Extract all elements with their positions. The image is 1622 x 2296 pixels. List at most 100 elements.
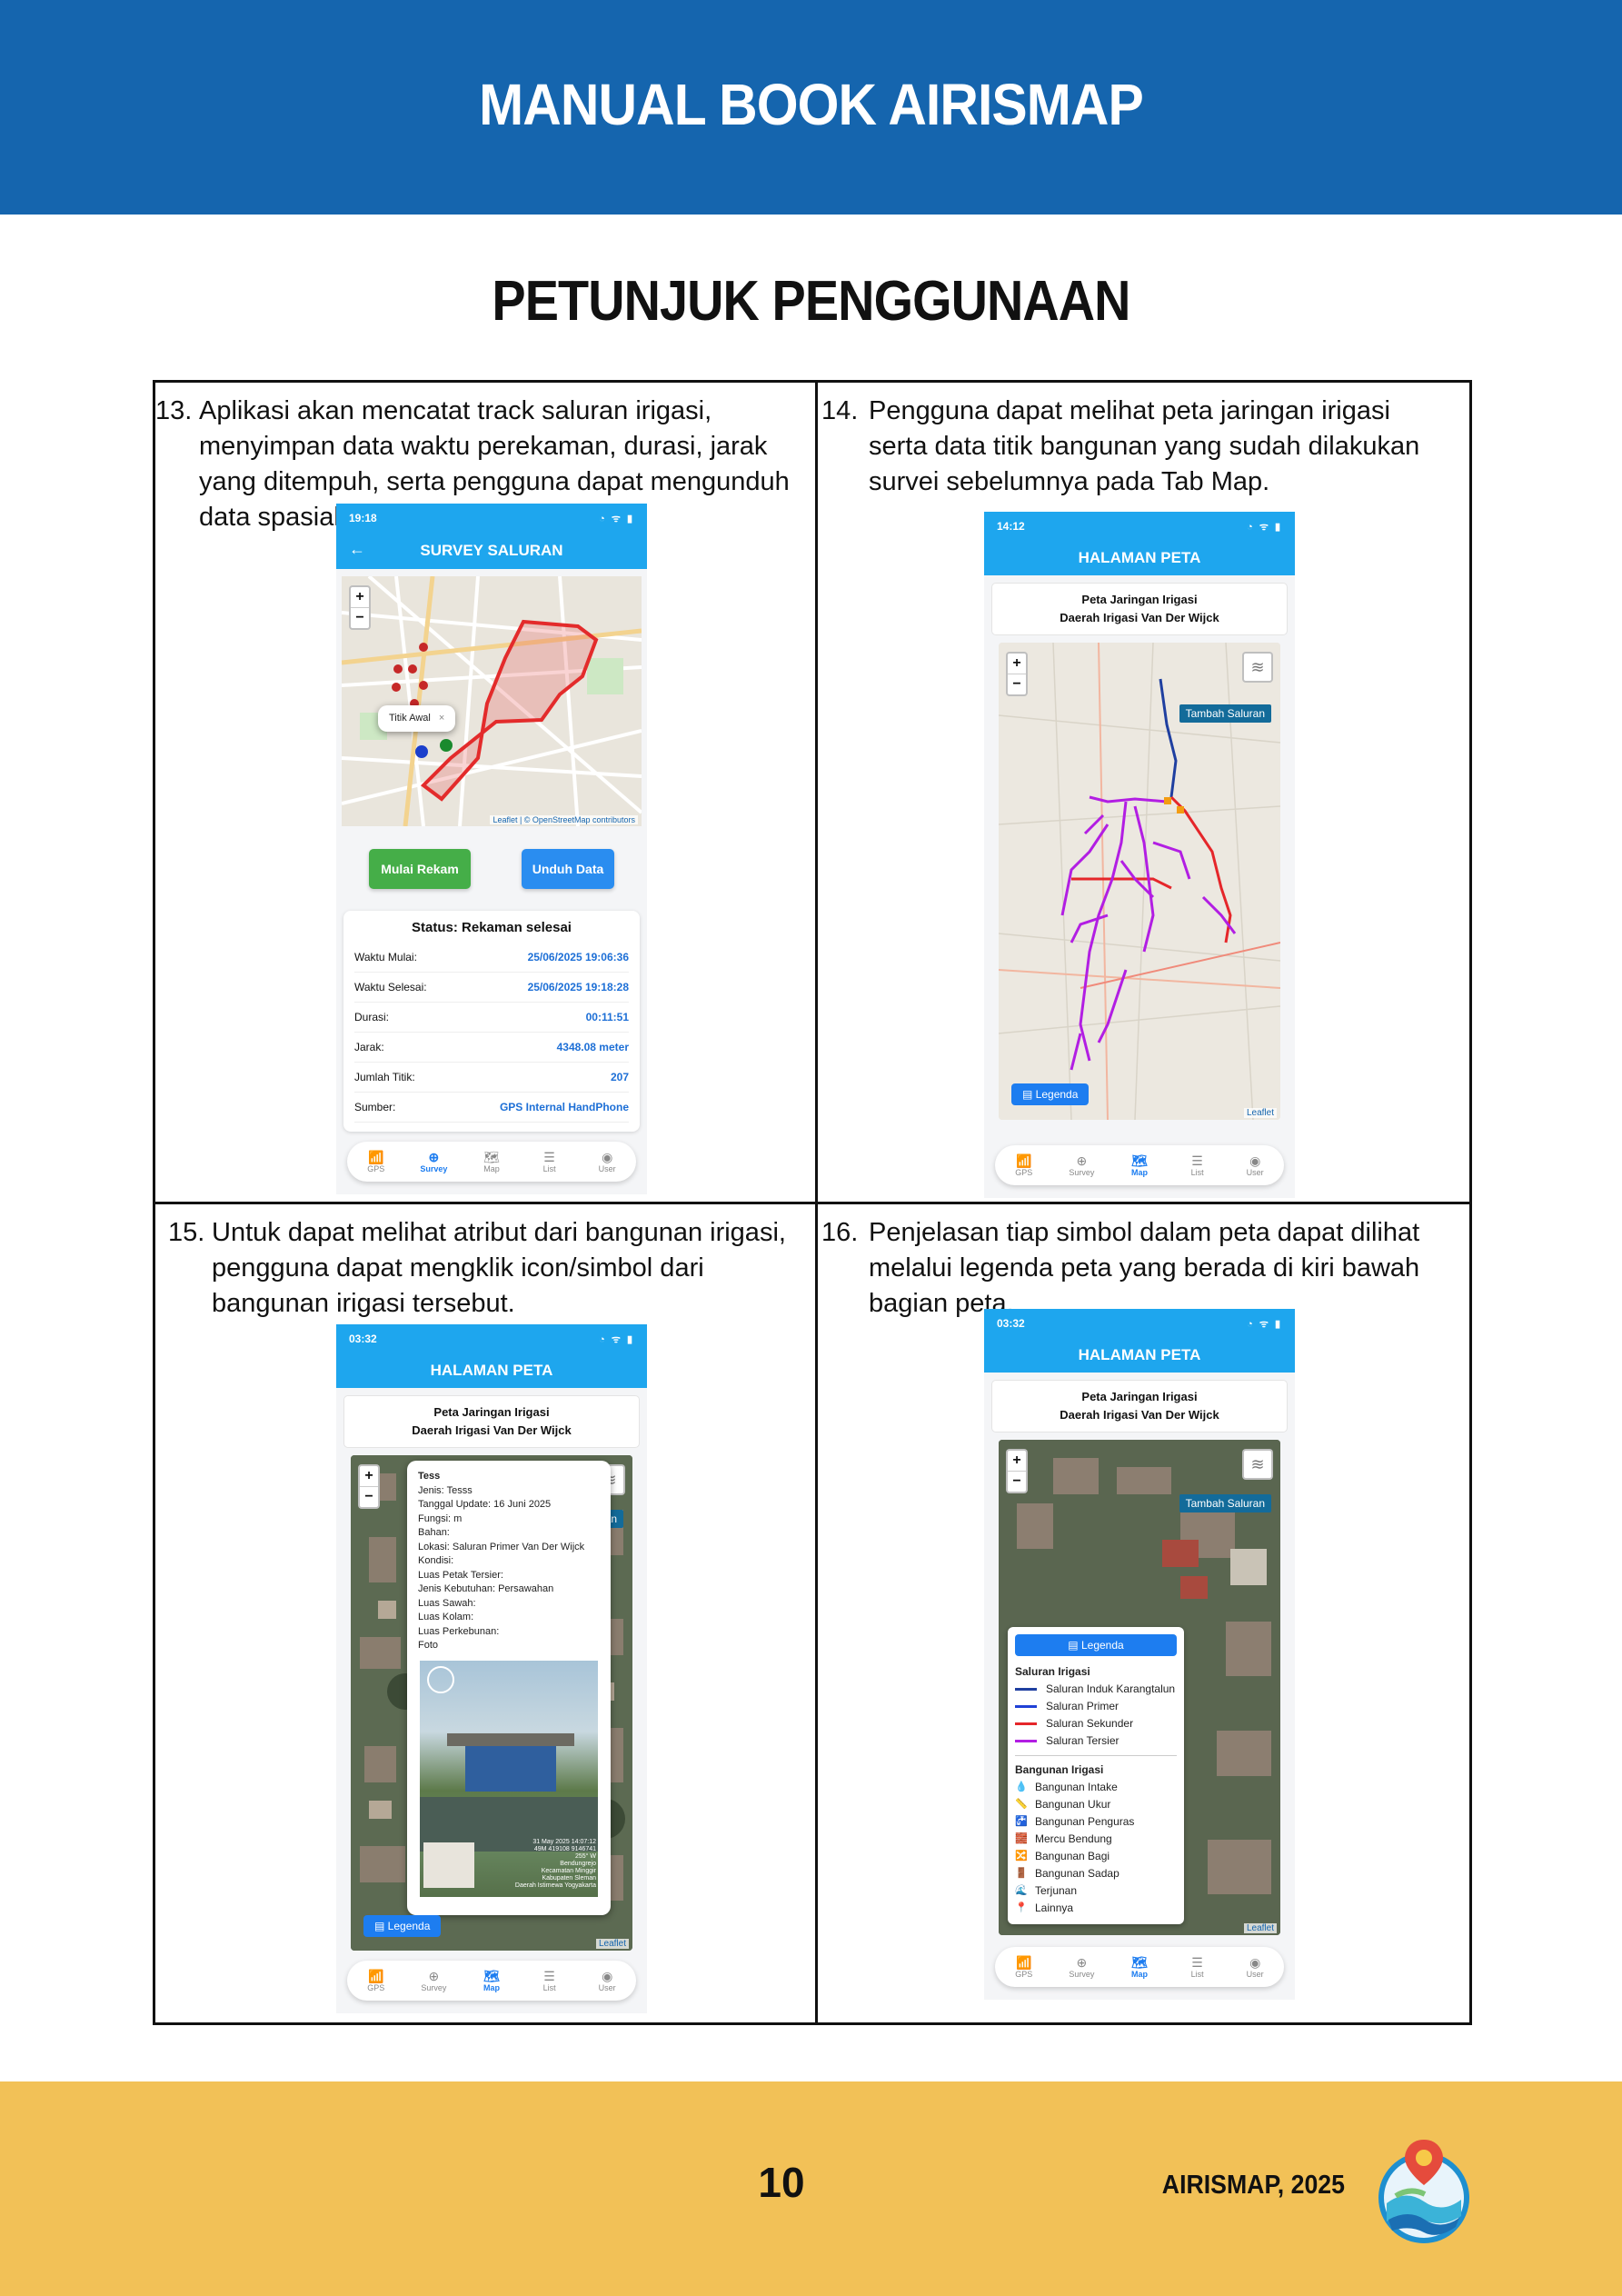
satellite-map[interactable]: + − ≋ Tambah Saluran ▤ Legenda Saluran Ir… bbox=[999, 1440, 1280, 1935]
download-data-button[interactable]: Unduh Data bbox=[522, 849, 614, 889]
building-symbol-icon: 🌊 bbox=[1015, 1885, 1028, 1896]
zoom-out-icon[interactable]: − bbox=[1008, 674, 1026, 694]
legend-channel-item: Saluran Tersier bbox=[1015, 1732, 1177, 1750]
plus-circle-icon: ⊕ bbox=[428, 1150, 440, 1164]
nav-gps[interactable]: 📶 GPS bbox=[1001, 1955, 1047, 1979]
nav-gps[interactable]: 📶 GPS bbox=[1001, 1153, 1047, 1177]
legend-section-buildings: Bangunan Irigasi bbox=[1015, 1763, 1104, 1776]
layers-icon[interactable]: ≋ bbox=[1242, 1449, 1273, 1480]
legend-icon: ▤ bbox=[1022, 1088, 1036, 1101]
status-time: 03:32 bbox=[349, 1333, 377, 1345]
legend-item-label: Terjunan bbox=[1035, 1884, 1078, 1897]
add-channel-button[interactable]: Tambah Saluran bbox=[1179, 704, 1271, 723]
legend-channel-item: Saluran Primer bbox=[1015, 1698, 1177, 1715]
nav-label: GPS bbox=[1015, 1970, 1033, 1979]
channel-line-swatch bbox=[1015, 1705, 1037, 1708]
nav-label: User bbox=[1246, 1168, 1264, 1177]
nav-gps[interactable]: 📶 GPS bbox=[353, 1969, 399, 1992]
nav-label: Survey bbox=[1069, 1970, 1095, 1979]
nav-gps[interactable]: 📶 GPS bbox=[353, 1150, 399, 1173]
list-icon: ☰ bbox=[543, 1150, 555, 1164]
row-value: 4348.08 meter bbox=[556, 1041, 629, 1053]
nav-map[interactable]: 🗺 Map bbox=[1117, 1153, 1162, 1177]
map-attribution[interactable]: Leaflet bbox=[1243, 1923, 1277, 1933]
step-number: 13. bbox=[155, 396, 193, 425]
status-row: Jarak: 4348.08 meter bbox=[354, 1033, 629, 1063]
nav-survey[interactable]: ⊕ Survey bbox=[1059, 1955, 1104, 1979]
photo-caption: 31 May 2025 14:07:12 49M 419108 9146741 … bbox=[515, 1839, 596, 1890]
legend-item-label: Saluran Sekunder bbox=[1046, 1717, 1134, 1730]
nav-survey[interactable]: ⊕ Survey bbox=[411, 1150, 456, 1173]
legend-button[interactable]: ▤ Legenda bbox=[363, 1915, 442, 1937]
zoom-out-icon[interactable]: − bbox=[360, 1486, 378, 1507]
zoom-in-icon[interactable]: + bbox=[1008, 1451, 1026, 1471]
legend-building-item: 🚪 Bangunan Sadap bbox=[1015, 1865, 1177, 1882]
section-title: PETUNJUK PENGGUNAAN bbox=[492, 270, 1130, 333]
status-icons: ◔ ᯤ ▮ bbox=[1247, 1318, 1282, 1330]
map-zoom-control[interactable]: + − bbox=[1006, 652, 1028, 696]
map-attribution[interactable]: Leaflet | © OpenStreetMap contributors bbox=[490, 815, 638, 824]
step-number: 15. bbox=[168, 1218, 205, 1247]
irrigation-network-map[interactable]: + − ≋ Tambah Saluran ▤ Legenda Leaflet bbox=[999, 643, 1280, 1120]
map-zoom-control[interactable]: + − bbox=[358, 1464, 380, 1509]
status-time: 19:18 bbox=[349, 512, 377, 524]
nav-list[interactable]: ☰ List bbox=[527, 1150, 572, 1173]
app-bar: HALAMAN PETA bbox=[336, 1353, 647, 1388]
nav-survey[interactable]: ⊕ Survey bbox=[1059, 1153, 1104, 1177]
status-icons: ◔ ᯤ ▮ bbox=[599, 513, 634, 524]
zoom-in-icon[interactable]: + bbox=[351, 587, 369, 607]
popup-line: Lokasi: Saluran Primer Van Der Wijck bbox=[418, 1541, 585, 1552]
status-row: Sumber: GPS Internal HandPhone bbox=[354, 1093, 629, 1123]
nav-survey[interactable]: ⊕ Survey bbox=[411, 1969, 456, 1992]
legend-building-item: 📏 Bangunan Ukur bbox=[1015, 1796, 1177, 1813]
zoom-in-icon[interactable]: + bbox=[1008, 654, 1026, 674]
zoom-out-icon[interactable]: − bbox=[1008, 1471, 1026, 1492]
phone-survey-screen: 19:18 ◔ ᯤ ▮ ← SURVEY SALURAN + − Titik A… bbox=[336, 504, 647, 1194]
building-symbol-icon: 📍 bbox=[1015, 1902, 1028, 1913]
app-bar-title: SURVEY SALURAN bbox=[420, 542, 563, 559]
start-record-button[interactable]: Mulai Rekam bbox=[369, 849, 471, 889]
nav-user[interactable]: ◉ User bbox=[1232, 1153, 1278, 1177]
legend-header-button[interactable]: ▤ Legenda bbox=[1015, 1634, 1177, 1656]
legend-button[interactable]: ▤ Legenda bbox=[1011, 1083, 1090, 1105]
add-channel-button[interactable]: Tambah Saluran bbox=[1179, 1494, 1271, 1512]
nav-label: Survey bbox=[1069, 1168, 1095, 1177]
map-zoom-control[interactable]: + − bbox=[349, 585, 371, 630]
nav-user[interactable]: ◉ User bbox=[584, 1150, 630, 1173]
popup-line: Foto bbox=[418, 1640, 439, 1651]
nav-map[interactable]: 🗺 Map bbox=[469, 1969, 514, 1992]
close-icon[interactable]: × bbox=[439, 713, 444, 724]
nav-list[interactable]: ☰ List bbox=[527, 1969, 572, 1992]
user-icon: ◉ bbox=[1249, 1955, 1261, 1970]
row-label: Waktu Selesai: bbox=[354, 981, 427, 993]
nav-list[interactable]: ☰ List bbox=[1175, 1955, 1220, 1979]
building-photo[interactable]: 31 May 2025 14:07:12 49M 419108 9146741 … bbox=[420, 1661, 598, 1897]
caption-line: 31 May 2025 14:07:12 bbox=[532, 1839, 596, 1845]
photo-structure bbox=[465, 1746, 556, 1792]
map-attribution[interactable]: Leaflet bbox=[595, 1939, 629, 1949]
map-title-card: Peta Jaringan Irigasi Daerah Irigasi Van… bbox=[343, 1395, 640, 1448]
building-symbol-icon: 🚰 bbox=[1015, 1816, 1028, 1827]
step-number: 14. bbox=[821, 396, 859, 425]
zoom-in-icon[interactable]: + bbox=[360, 1466, 378, 1486]
nav-user[interactable]: ◉ User bbox=[584, 1969, 630, 1992]
nav-label: GPS bbox=[367, 1164, 385, 1173]
legend-label: Legenda bbox=[387, 1920, 431, 1932]
app-bar: HALAMAN PETA bbox=[984, 541, 1295, 575]
nav-map[interactable]: 🗺 Map bbox=[469, 1150, 514, 1173]
back-arrow-icon[interactable]: ← bbox=[349, 540, 365, 559]
nav-list[interactable]: ☰ List bbox=[1175, 1153, 1220, 1177]
popup-line: Luas Petak Tersier: bbox=[418, 1569, 503, 1581]
status-bar: 14:12 ◔ ᯤ ▮ bbox=[984, 512, 1295, 541]
nav-user[interactable]: ◉ User bbox=[1232, 1955, 1278, 1979]
map-zoom-control[interactable]: + − bbox=[1006, 1449, 1028, 1493]
legend-label: Legenda bbox=[1035, 1088, 1079, 1101]
caption-line: Kecamatan Minggir bbox=[541, 1868, 596, 1874]
nav-map[interactable]: 🗺 Map bbox=[1117, 1955, 1162, 1979]
layers-icon[interactable]: ≋ bbox=[1242, 652, 1273, 683]
map-attribution[interactable]: Leaflet bbox=[1243, 1108, 1277, 1118]
satellite-map[interactable]: +− ≋ Tambah Saluran Tess Jenis: Tesss Ta… bbox=[351, 1455, 632, 1951]
map-icon: 🗺 bbox=[1131, 1153, 1148, 1168]
zoom-out-icon[interactable]: − bbox=[351, 607, 369, 628]
survey-map[interactable]: + − Titik Awal × Leaflet | © OpenStreetMa… bbox=[342, 576, 642, 826]
